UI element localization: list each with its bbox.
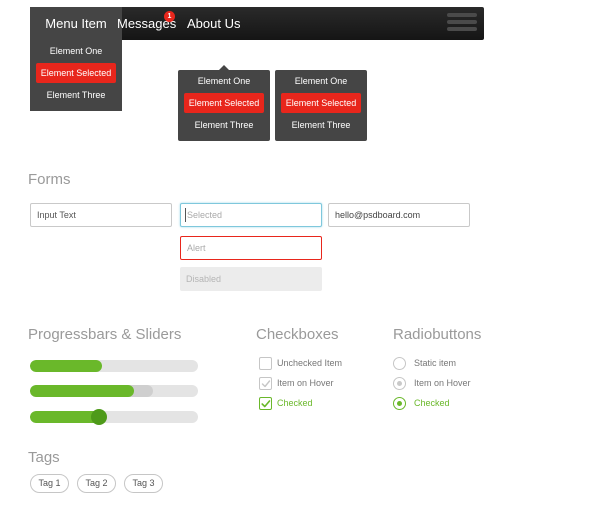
checkbox-label: Checked [277,398,313,408]
slider-track[interactable] [30,411,198,423]
checkboxes-section-title: Checkboxes [256,326,339,343]
dropdown-item-one[interactable]: Element One [281,71,361,91]
checkmark-icon [261,400,271,408]
forms-section-title: Forms [28,171,71,188]
radio-circle[interactable] [393,357,406,370]
dropdown-item-selected[interactable]: Element Selected [36,63,116,83]
tags-section-title: Tags [28,449,60,466]
dropdown-menu-attached: Element One Element Selected Element Thr… [30,40,122,111]
checkbox-box[interactable] [259,357,272,370]
progress-section-title: Progressbars & Sliders [28,326,182,343]
checkbox-label: Item on Hover [277,378,334,388]
checkbox-box[interactable] [259,377,272,390]
checkbox-label: Unchecked Item [277,358,343,368]
dropdown-item-three[interactable]: Element Three [36,85,116,105]
radiobuttons-section-title: Radiobuttons [393,326,482,343]
checkbox-box[interactable] [259,397,272,410]
messages-count-badge: 1 [164,11,175,22]
tag-3[interactable]: Tag 3 [124,474,163,493]
tag-2[interactable]: Tag 2 [77,474,116,493]
radio-dot [396,400,402,406]
input-text-field[interactable] [30,203,172,227]
radio-label: Checked [414,398,450,408]
radio-label: Static item [414,358,457,368]
dropdown-item-one[interactable]: Element One [184,71,264,91]
dropdown-menu-popover-2: Element One Element Selected Element Thr… [275,70,367,141]
radio-circle[interactable] [393,377,406,390]
dropdown-item-selected[interactable]: Element Selected [184,93,264,113]
tag-1[interactable]: Tag 1 [30,474,69,493]
selected-text-field[interactable] [180,203,322,227]
radio-dot [397,381,402,386]
progress-bar-fill [30,385,135,397]
dropdown-menu-popover-1: Element One Element Selected Element Thr… [178,65,270,141]
progress-bar [30,360,198,372]
radio-label: Item on Hover [414,378,471,388]
nav-item-about-us[interactable]: About Us [187,7,240,40]
nav-item-menu[interactable]: Menu Item [30,7,122,40]
text-cursor [185,208,186,222]
slider-fill [30,411,99,423]
alert-text-field[interactable] [180,236,322,260]
email-field[interactable] [328,203,470,227]
radio-circle[interactable] [393,397,406,410]
dropdown-item-one[interactable]: Element One [36,41,116,61]
top-navbar: Menu Item Messages 1 About Us [30,7,484,40]
popover-arrow [219,65,229,70]
disabled-text-field [180,267,322,291]
slider-handle[interactable] [90,409,107,425]
dropdown-item-selected[interactable]: Element Selected [281,93,361,113]
dropdown-item-three[interactable]: Element Three [281,115,361,135]
progress-bar-fill [30,360,103,372]
progress-bar-buffered [30,385,198,397]
dropdown-item-three[interactable]: Element Three [184,115,264,135]
hamburger-icon[interactable] [447,13,477,33]
checkmark-icon [261,380,271,388]
